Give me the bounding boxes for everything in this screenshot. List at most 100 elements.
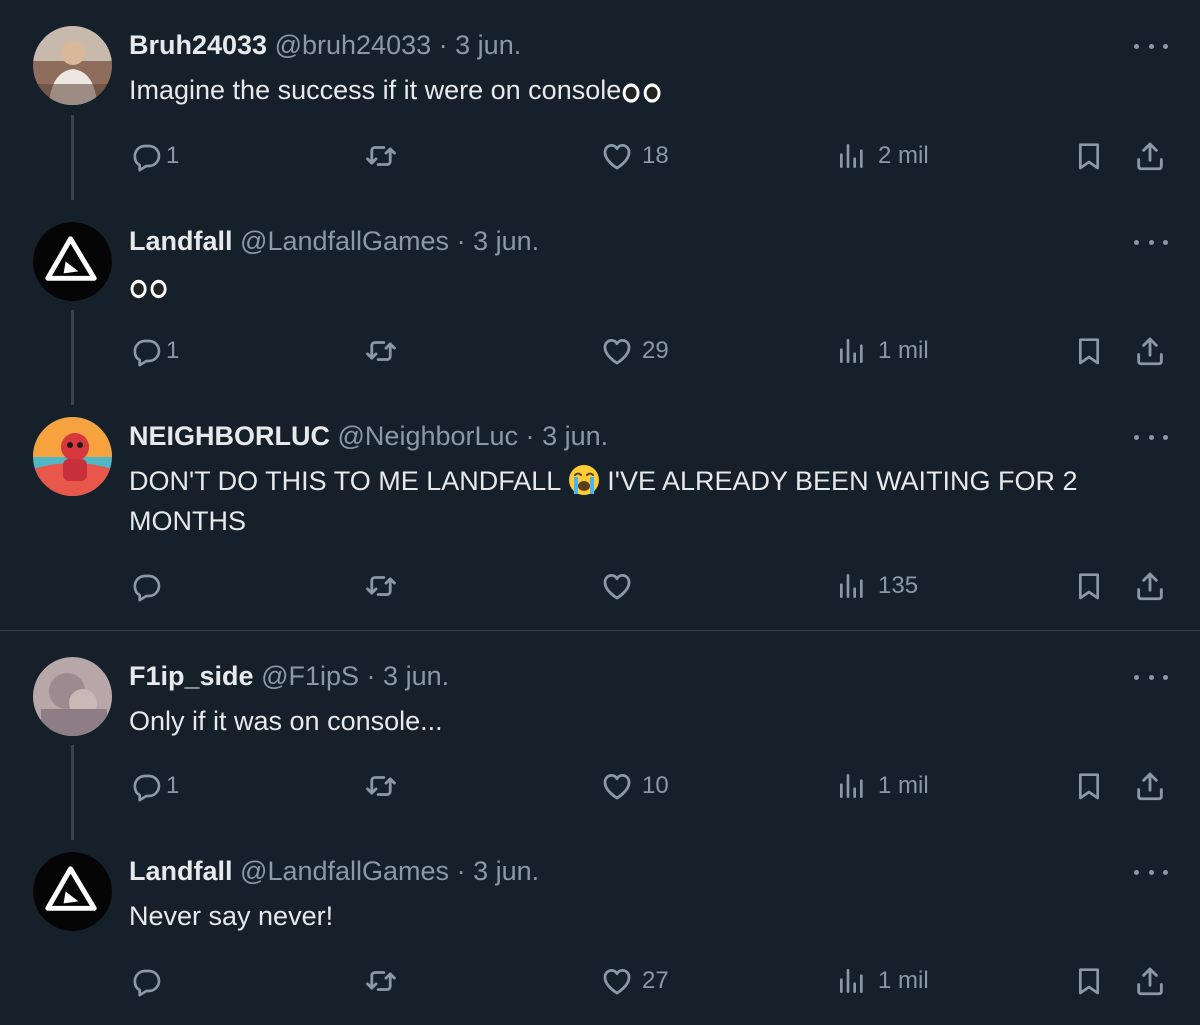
bookmark-icon <box>1073 964 1105 998</box>
landfall-logo <box>33 852 112 931</box>
like-button[interactable]: 29 <box>600 331 669 371</box>
share-button[interactable] <box>1133 766 1167 806</box>
more-icon[interactable] <box>1134 34 1168 58</box>
share-icon <box>1133 139 1167 173</box>
tweet-header: F1ip_side @F1ipS · 3 jun. <box>129 660 449 692</box>
like-button[interactable] <box>600 566 642 606</box>
more-icon[interactable] <box>1134 860 1168 884</box>
display-name[interactable]: Bruh24033 <box>129 30 267 60</box>
bookmark-button[interactable] <box>1073 566 1105 606</box>
username-handle[interactable]: @LandfallGames <box>240 856 449 886</box>
like-icon <box>600 769 634 803</box>
tweet-text-content: Only if it was on console... <box>129 706 443 736</box>
views-count: 1 mil <box>878 967 929 994</box>
share-button[interactable] <box>1133 331 1167 371</box>
views-button[interactable]: 2 mil <box>836 136 929 176</box>
tweet-actions: 1 18 2 mil <box>0 136 1200 176</box>
retweet-button[interactable] <box>364 766 398 806</box>
timestamp[interactable]: 3 jun. <box>383 661 449 691</box>
views-icon <box>836 140 868 172</box>
reply-button[interactable]: 1 <box>131 136 179 176</box>
retweet-button[interactable] <box>364 136 398 176</box>
tweet-text <box>129 266 1169 306</box>
display-name[interactable]: Landfall <box>129 226 233 256</box>
tweet-text-part1: DON'T DO THIS TO ME LANDFALL <box>129 466 561 496</box>
tweet-header: NEIGHBORLUC @NeighborLuc · 3 jun. <box>129 420 608 452</box>
tweet-actions: 27 1 mil <box>0 961 1200 1001</box>
tweet-header: Landfall @LandfallGames · 3 jun. <box>129 225 539 257</box>
tweet-actions: 1 10 1 mil <box>0 766 1200 806</box>
views-icon <box>836 770 868 802</box>
retweet-icon <box>364 569 398 603</box>
retweet-button[interactable] <box>364 566 398 606</box>
tweet-text: Never say never! <box>129 896 1169 936</box>
loudly-crying-face-emoji <box>568 464 600 496</box>
separator-dot: · <box>438 30 448 60</box>
reply-thread-feed: Bruh24033 @bruh24033 · 3 jun. Imagine th… <box>0 0 1200 1025</box>
reply-icon <box>131 770 163 802</box>
more-icon[interactable] <box>1134 665 1168 689</box>
username-handle[interactable]: @NeighborLuc <box>338 421 519 451</box>
share-button[interactable] <box>1133 566 1167 606</box>
views-button[interactable]: 1 mil <box>836 331 929 371</box>
tweet-header: Bruh24033 @bruh24033 · 3 jun. <box>129 29 521 61</box>
like-icon <box>600 964 634 998</box>
eyes-emoji <box>621 81 663 105</box>
timestamp[interactable]: 3 jun. <box>542 421 608 451</box>
reply-button[interactable]: 1 <box>131 766 179 806</box>
views-count: 2 mil <box>878 142 929 169</box>
views-icon <box>836 965 868 997</box>
display-name[interactable]: F1ip_side <box>129 661 254 691</box>
views-count: 1 mil <box>878 337 929 364</box>
avatar[interactable] <box>33 657 112 736</box>
share-icon <box>1133 569 1167 603</box>
avatar[interactable] <box>33 417 112 496</box>
timestamp[interactable]: 3 jun. <box>473 226 539 256</box>
username-handle[interactable]: @F1ipS <box>261 661 359 691</box>
bookmark-icon <box>1073 139 1105 173</box>
like-button[interactable]: 10 <box>600 766 669 806</box>
timestamp[interactable]: 3 jun. <box>455 30 521 60</box>
share-button[interactable] <box>1133 136 1167 176</box>
reply-icon <box>131 965 163 997</box>
avatar[interactable] <box>33 222 112 301</box>
bookmark-button[interactable] <box>1073 331 1105 371</box>
bookmark-icon <box>1073 569 1105 603</box>
avatar[interactable] <box>33 852 112 931</box>
like-button[interactable]: 18 <box>600 136 669 176</box>
retweet-icon <box>364 769 398 803</box>
retweet-icon <box>364 139 398 173</box>
display-name[interactable]: Landfall <box>129 856 233 886</box>
bookmark-icon <box>1073 334 1105 368</box>
separator-dot: · <box>525 421 535 451</box>
username-handle[interactable]: @LandfallGames <box>240 226 449 256</box>
timestamp[interactable]: 3 jun. <box>473 856 539 886</box>
display-name[interactable]: NEIGHBORLUC <box>129 421 330 451</box>
reply-button[interactable] <box>131 961 171 1001</box>
bookmark-button[interactable] <box>1073 766 1105 806</box>
reply-button[interactable]: 1 <box>131 331 179 371</box>
views-button[interactable]: 1 mil <box>836 961 929 1001</box>
retweet-button[interactable] <box>364 961 398 1001</box>
like-count: 10 <box>642 772 669 799</box>
share-icon <box>1133 334 1167 368</box>
tweet-text-content: Imagine the success if it were on consol… <box>129 75 622 105</box>
views-button[interactable]: 135 <box>836 566 918 606</box>
views-icon <box>836 570 868 602</box>
share-button[interactable] <box>1133 961 1167 1001</box>
retweet-button[interactable] <box>364 331 398 371</box>
like-count: 29 <box>642 337 669 364</box>
thread-divider <box>0 630 1200 631</box>
share-icon <box>1133 769 1167 803</box>
username-handle[interactable]: @bruh24033 <box>275 30 432 60</box>
like-button[interactable]: 27 <box>600 961 669 1001</box>
views-button[interactable]: 1 mil <box>836 766 929 806</box>
separator-dot: · <box>366 661 376 691</box>
avatar[interactable] <box>33 26 112 105</box>
more-icon[interactable] <box>1134 230 1168 254</box>
reply-button[interactable] <box>131 566 171 606</box>
bookmark-button[interactable] <box>1073 961 1105 1001</box>
tweet-text: DON'T DO THIS TO ME LANDFALL I'VE ALREAD… <box>129 461 1164 541</box>
bookmark-button[interactable] <box>1073 136 1105 176</box>
more-icon[interactable] <box>1134 425 1168 449</box>
